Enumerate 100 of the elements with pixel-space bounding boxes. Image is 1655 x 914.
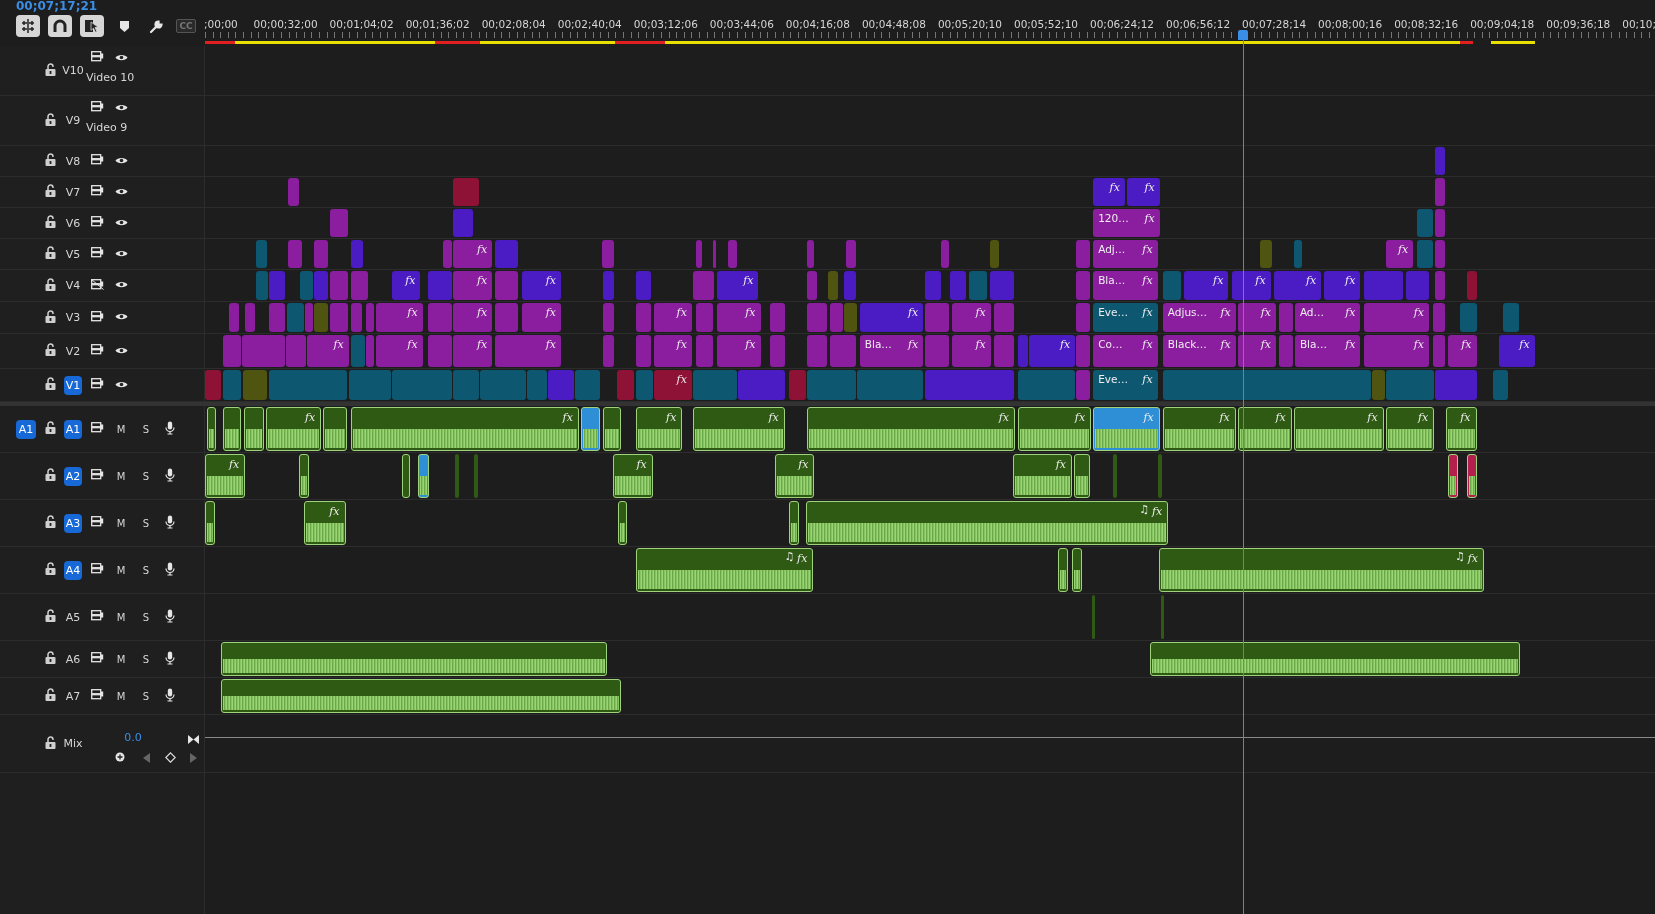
video-clip[interactable] — [427, 303, 453, 332]
track-output-icon[interactable] — [90, 689, 104, 700]
video-clip[interactable] — [453, 178, 479, 206]
video-clip[interactable]: fx — [1237, 303, 1276, 332]
video-clip[interactable]: fx — [653, 370, 692, 400]
video-clip[interactable]: Bla… fx — [1093, 271, 1158, 300]
video-clip[interactable]: fx — [376, 335, 423, 367]
video-clip[interactable] — [329, 209, 348, 237]
video-clip[interactable] — [222, 335, 241, 367]
solo-button[interactable]: S — [142, 470, 150, 482]
video-clip[interactable]: 120… fx — [1093, 209, 1160, 237]
audio-clip[interactable]: fx — [1162, 407, 1236, 451]
audio-clip[interactable]: fx — [1012, 454, 1073, 498]
track-output-icon[interactable] — [90, 247, 104, 258]
video-clip[interactable] — [1363, 271, 1403, 300]
video-clip[interactable] — [1076, 240, 1091, 268]
track-target[interactable]: A7 — [63, 686, 83, 706]
video-clip[interactable] — [603, 335, 614, 367]
video-clip[interactable] — [287, 303, 305, 332]
video-clip[interactable] — [828, 271, 838, 300]
solo-button[interactable]: S — [142, 517, 150, 529]
video-clip[interactable]: Bla… fx — [1294, 335, 1361, 367]
video-clip[interactable]: Black… fx — [1162, 335, 1236, 367]
microphone-icon[interactable] — [165, 650, 175, 665]
lock-icon[interactable] — [44, 688, 56, 701]
track-output-icon[interactable] — [90, 469, 104, 480]
audio-clip[interactable]: fx — [1237, 407, 1292, 451]
video-clip[interactable] — [365, 335, 374, 367]
video-clip[interactable]: fx — [1093, 178, 1125, 206]
video-clip[interactable] — [603, 303, 614, 332]
track-output-icon[interactable] — [90, 310, 104, 322]
video-clip[interactable] — [989, 271, 1014, 300]
audio-clip[interactable]: fx — [304, 501, 346, 545]
video-clip[interactable]: Bla… fx — [859, 335, 924, 367]
video-clip[interactable]: Co… fx — [1093, 335, 1158, 367]
video-clip[interactable] — [313, 240, 328, 268]
audio-clip[interactable]: fx — [350, 407, 579, 451]
video-clip[interactable]: fx — [495, 335, 561, 367]
audio-clip[interactable] — [1074, 454, 1091, 498]
audio-clip[interactable] — [455, 454, 459, 498]
audio-clip[interactable] — [1058, 548, 1068, 592]
video-clip[interactable] — [329, 303, 348, 332]
video-clip[interactable]: fx — [1363, 303, 1430, 332]
track-output-icon[interactable] — [90, 652, 104, 663]
video-clip[interactable] — [770, 335, 785, 367]
track-target[interactable]: A1 — [63, 419, 83, 439]
microphone-icon[interactable] — [165, 687, 175, 702]
video-clip[interactable]: fx — [653, 335, 692, 367]
lock-icon[interactable] — [44, 112, 56, 126]
video-clip[interactable] — [925, 335, 949, 367]
video-clip[interactable] — [205, 370, 221, 400]
video-clip[interactable] — [806, 335, 828, 367]
audio-clip[interactable]: fx — [205, 454, 246, 498]
solo-button[interactable]: S — [142, 564, 150, 576]
track-output-icon[interactable] — [90, 422, 104, 433]
track-output-icon[interactable] — [90, 101, 104, 113]
eye-icon[interactable] — [114, 186, 128, 196]
video-clip[interactable] — [1162, 370, 1371, 400]
audio-clip[interactable] — [244, 407, 265, 451]
video-clip[interactable]: fx — [1184, 271, 1229, 300]
video-clip[interactable] — [222, 370, 241, 400]
video-clip[interactable] — [770, 303, 785, 332]
video-clip[interactable] — [1435, 240, 1445, 268]
video-clip[interactable] — [269, 271, 286, 300]
video-clip[interactable]: fx — [1126, 178, 1160, 206]
video-clip[interactable] — [806, 303, 828, 332]
video-clip[interactable] — [548, 370, 574, 400]
audio-clip[interactable] — [1092, 595, 1096, 639]
audio-clip[interactable]: fx — [1018, 407, 1092, 451]
volume-value[interactable]: 0.0 — [124, 730, 142, 744]
video-clip[interactable]: fx — [717, 335, 761, 367]
video-clip[interactable] — [806, 240, 815, 268]
audio-clip[interactable] — [603, 407, 622, 451]
track-output-off-icon[interactable] — [90, 278, 104, 290]
video-clip[interactable]: fx — [1273, 271, 1322, 300]
video-clip[interactable] — [255, 271, 269, 300]
video-clip[interactable] — [806, 370, 856, 400]
track-target[interactable]: V9 — [63, 111, 83, 130]
eye-icon[interactable] — [114, 345, 128, 355]
track-output-icon[interactable] — [90, 154, 104, 165]
lock-icon[interactable] — [44, 184, 56, 197]
track-name[interactable]: Video 10 — [86, 70, 135, 84]
track-target[interactable]: V10 — [60, 61, 86, 80]
video-clip[interactable]: fx — [453, 335, 493, 367]
video-clip[interactable] — [738, 370, 785, 400]
video-clip[interactable] — [329, 271, 348, 300]
audio-clip[interactable] — [222, 407, 241, 451]
video-clip[interactable] — [830, 303, 843, 332]
track-target[interactable]: V4 — [63, 276, 83, 295]
solo-button[interactable]: S — [142, 690, 150, 702]
mute-button[interactable]: M — [116, 653, 126, 665]
lock-icon[interactable] — [44, 215, 56, 228]
audio-clip[interactable] — [323, 407, 347, 451]
video-clip[interactable]: fx — [1231, 271, 1271, 300]
video-clip[interactable]: Adjus… fx — [1162, 303, 1236, 332]
video-clip[interactable]: fx — [859, 303, 924, 332]
video-clip[interactable]: fx — [653, 303, 692, 332]
microphone-icon[interactable] — [165, 420, 175, 435]
video-clip[interactable] — [1260, 240, 1272, 268]
video-clip[interactable] — [712, 240, 717, 268]
